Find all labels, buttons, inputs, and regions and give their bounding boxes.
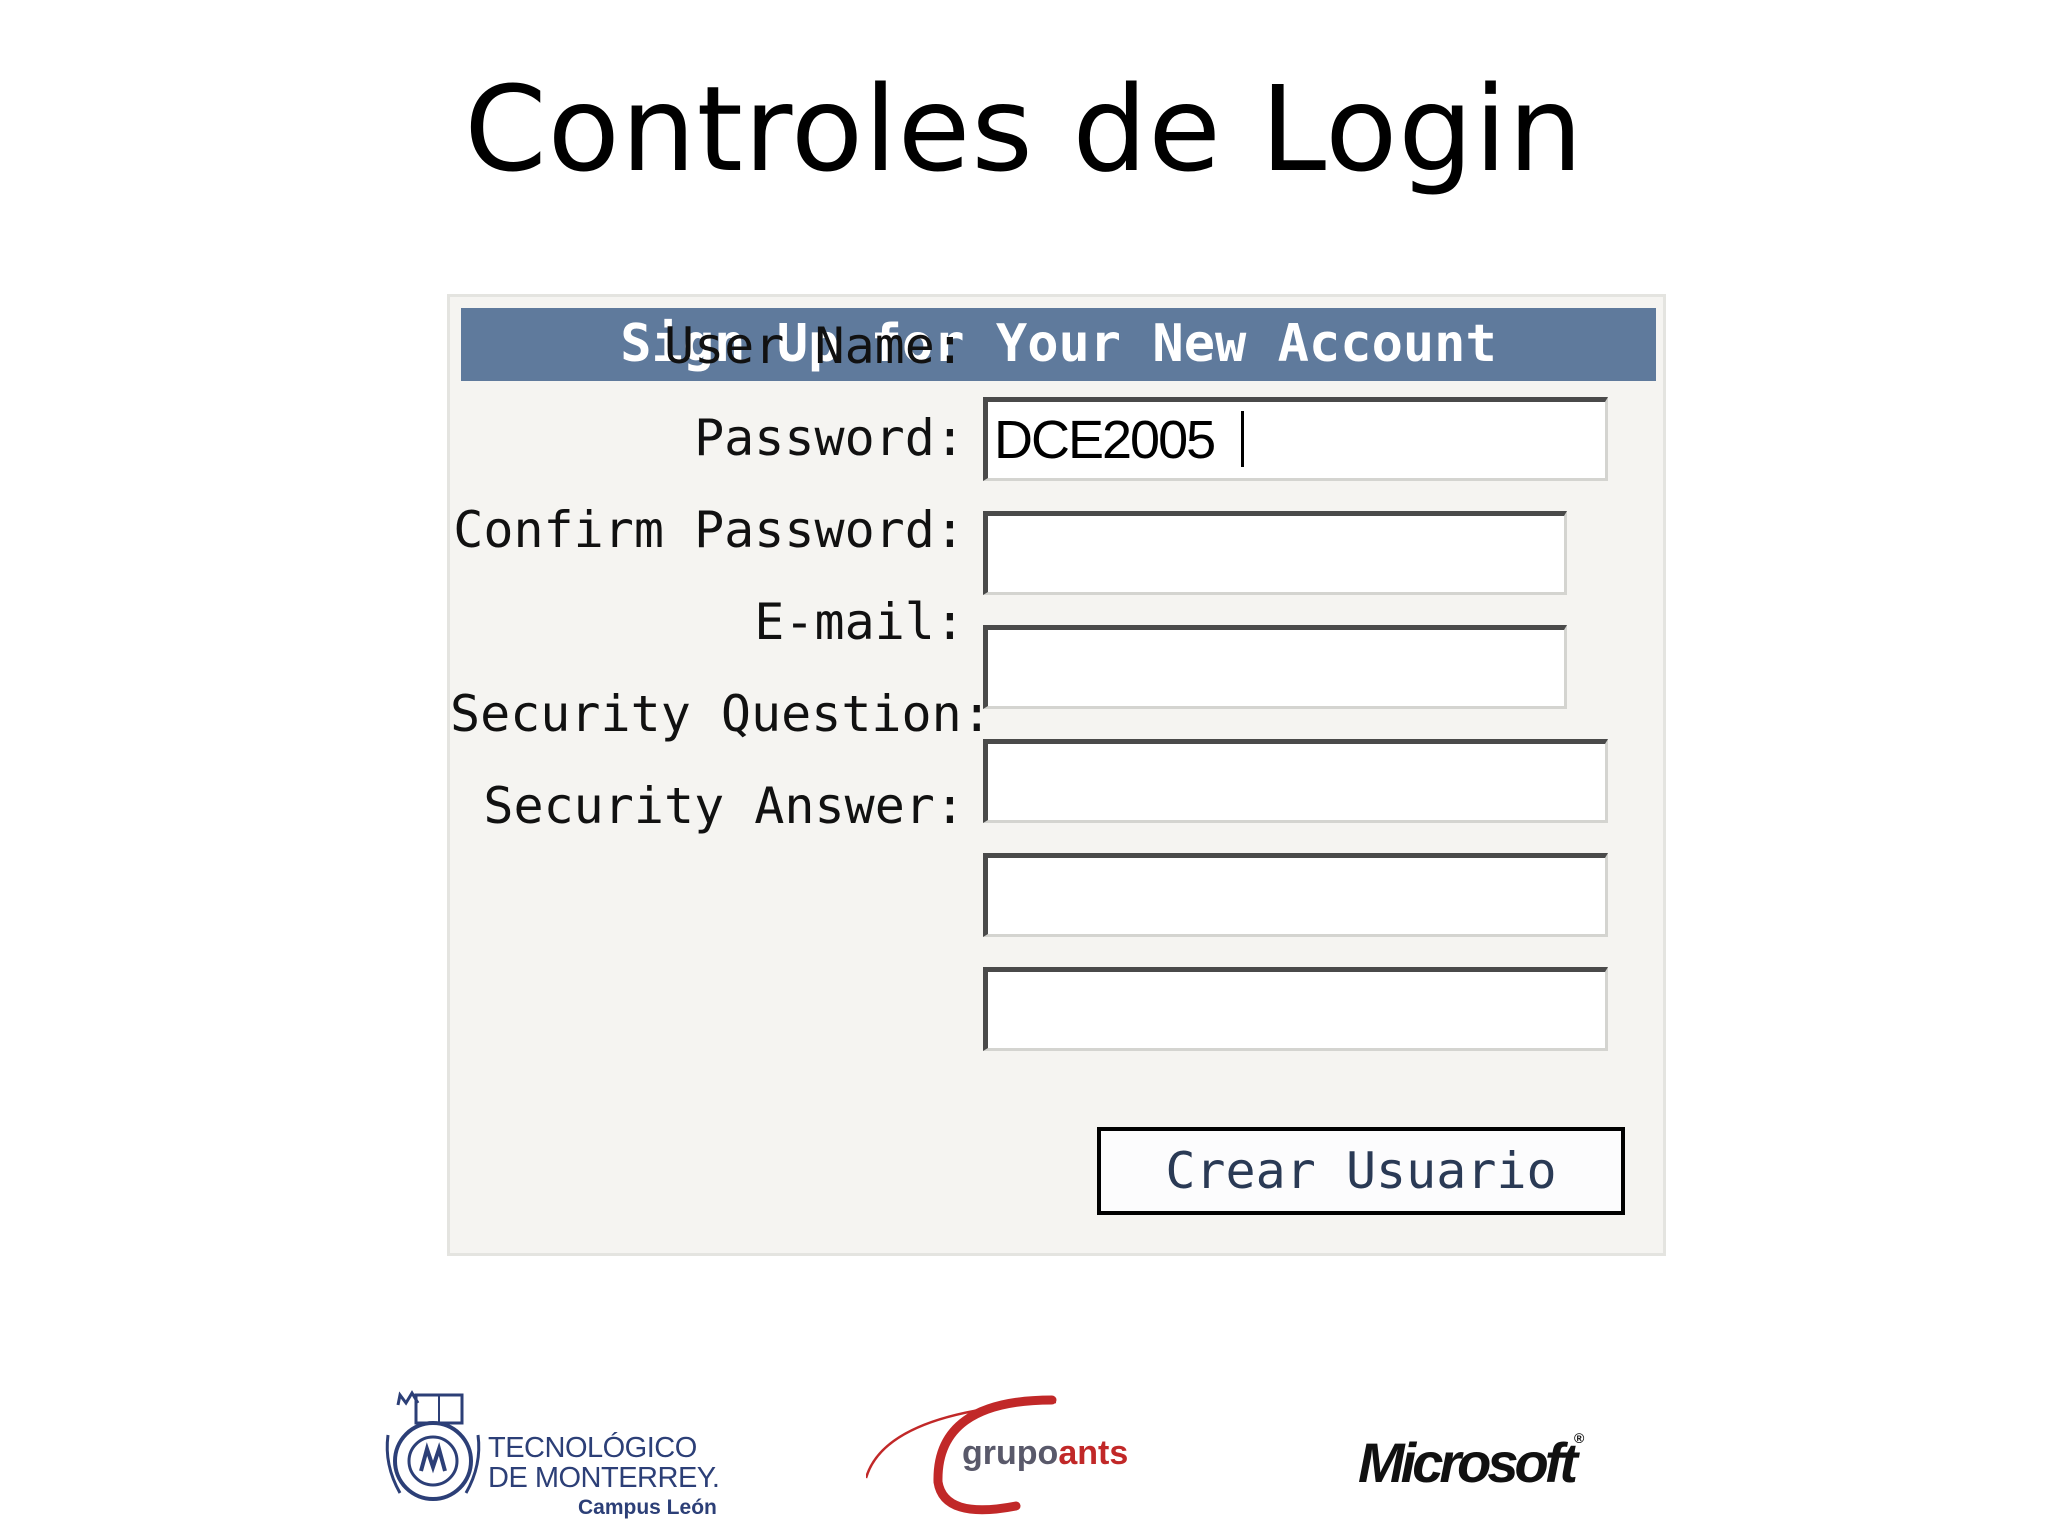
tec-monterrey-logo: TECNOLÓGICO DE MONTERREY. Campus León — [378, 1370, 738, 1520]
security-question-input[interactable] — [983, 853, 1608, 937]
registered-mark-icon: ® — [1574, 1430, 1585, 1446]
tec-logo-line3: Campus León — [578, 1496, 717, 1519]
password-input[interactable] — [983, 511, 1567, 595]
footer-logos: TECNOLÓGICO DE MONTERREY. Campus León gr… — [0, 1370, 2048, 1536]
microsoft-wordmark: Microsoft — [1358, 1431, 1578, 1494]
tec-logo-line1: TECNOLÓGICO — [488, 1432, 697, 1464]
grupoants-part-a: grupo — [962, 1434, 1059, 1472]
slide-title: Controles de Login — [464, 60, 1584, 198]
email-input[interactable] — [983, 739, 1608, 823]
grupoants-wordmark: grupoants — [962, 1434, 1128, 1473]
user-name-input[interactable] — [983, 397, 1608, 481]
security-answer-input[interactable] — [983, 967, 1608, 1051]
tec-logo-line2: DE MONTERREY. — [488, 1462, 720, 1494]
confirm-password-input[interactable] — [983, 625, 1567, 709]
grupoants-logo: grupoants — [866, 1390, 1186, 1520]
signup-form-inputs — [447, 294, 1666, 1256]
text-cursor — [1241, 411, 1244, 467]
microsoft-logo: Microsoft® — [1358, 1430, 1584, 1495]
tec-seal-icon — [385, 1390, 481, 1501]
grupoants-part-b: ants — [1058, 1434, 1129, 1472]
